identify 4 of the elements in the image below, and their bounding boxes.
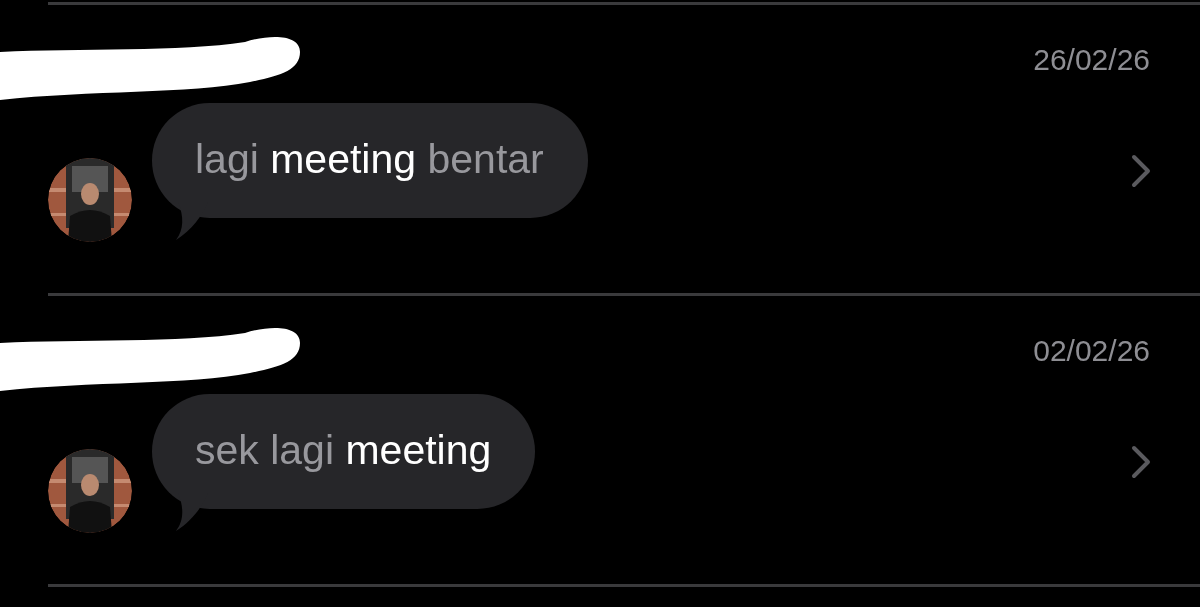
message-date: 02/02/26 xyxy=(1033,336,1150,366)
message-date: 26/02/26 xyxy=(1033,45,1150,75)
message-text: lagi meeting bentar xyxy=(195,136,544,182)
message-text: sek lagi meeting xyxy=(195,427,492,473)
